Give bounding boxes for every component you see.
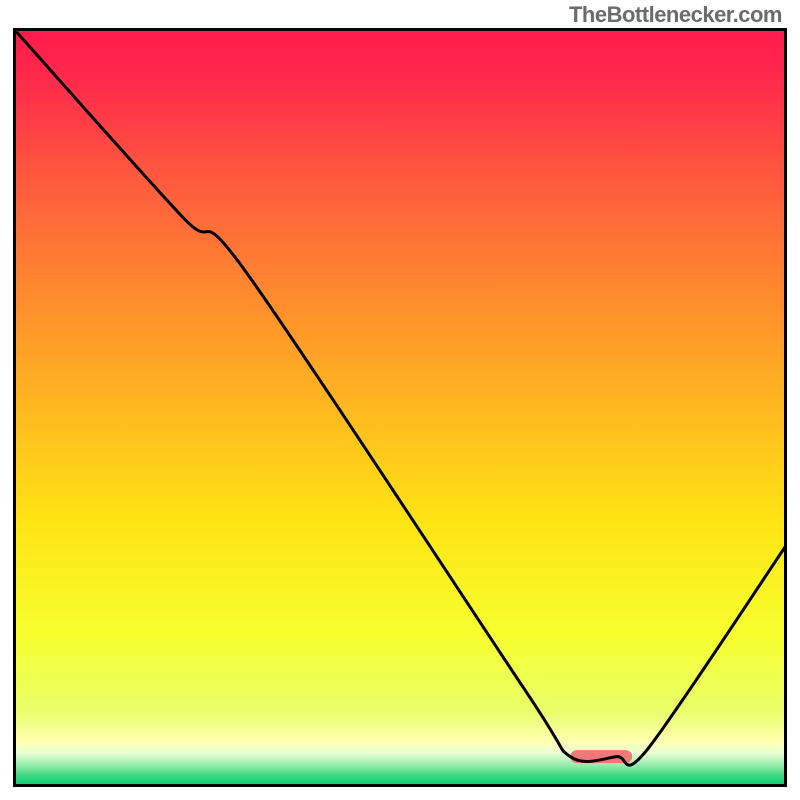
- gradient-background: [13, 28, 787, 787]
- attribution-label: TheBottlenecker.com: [569, 2, 782, 28]
- chart-svg: [13, 28, 787, 787]
- bottleneck-curve-chart: [13, 28, 787, 787]
